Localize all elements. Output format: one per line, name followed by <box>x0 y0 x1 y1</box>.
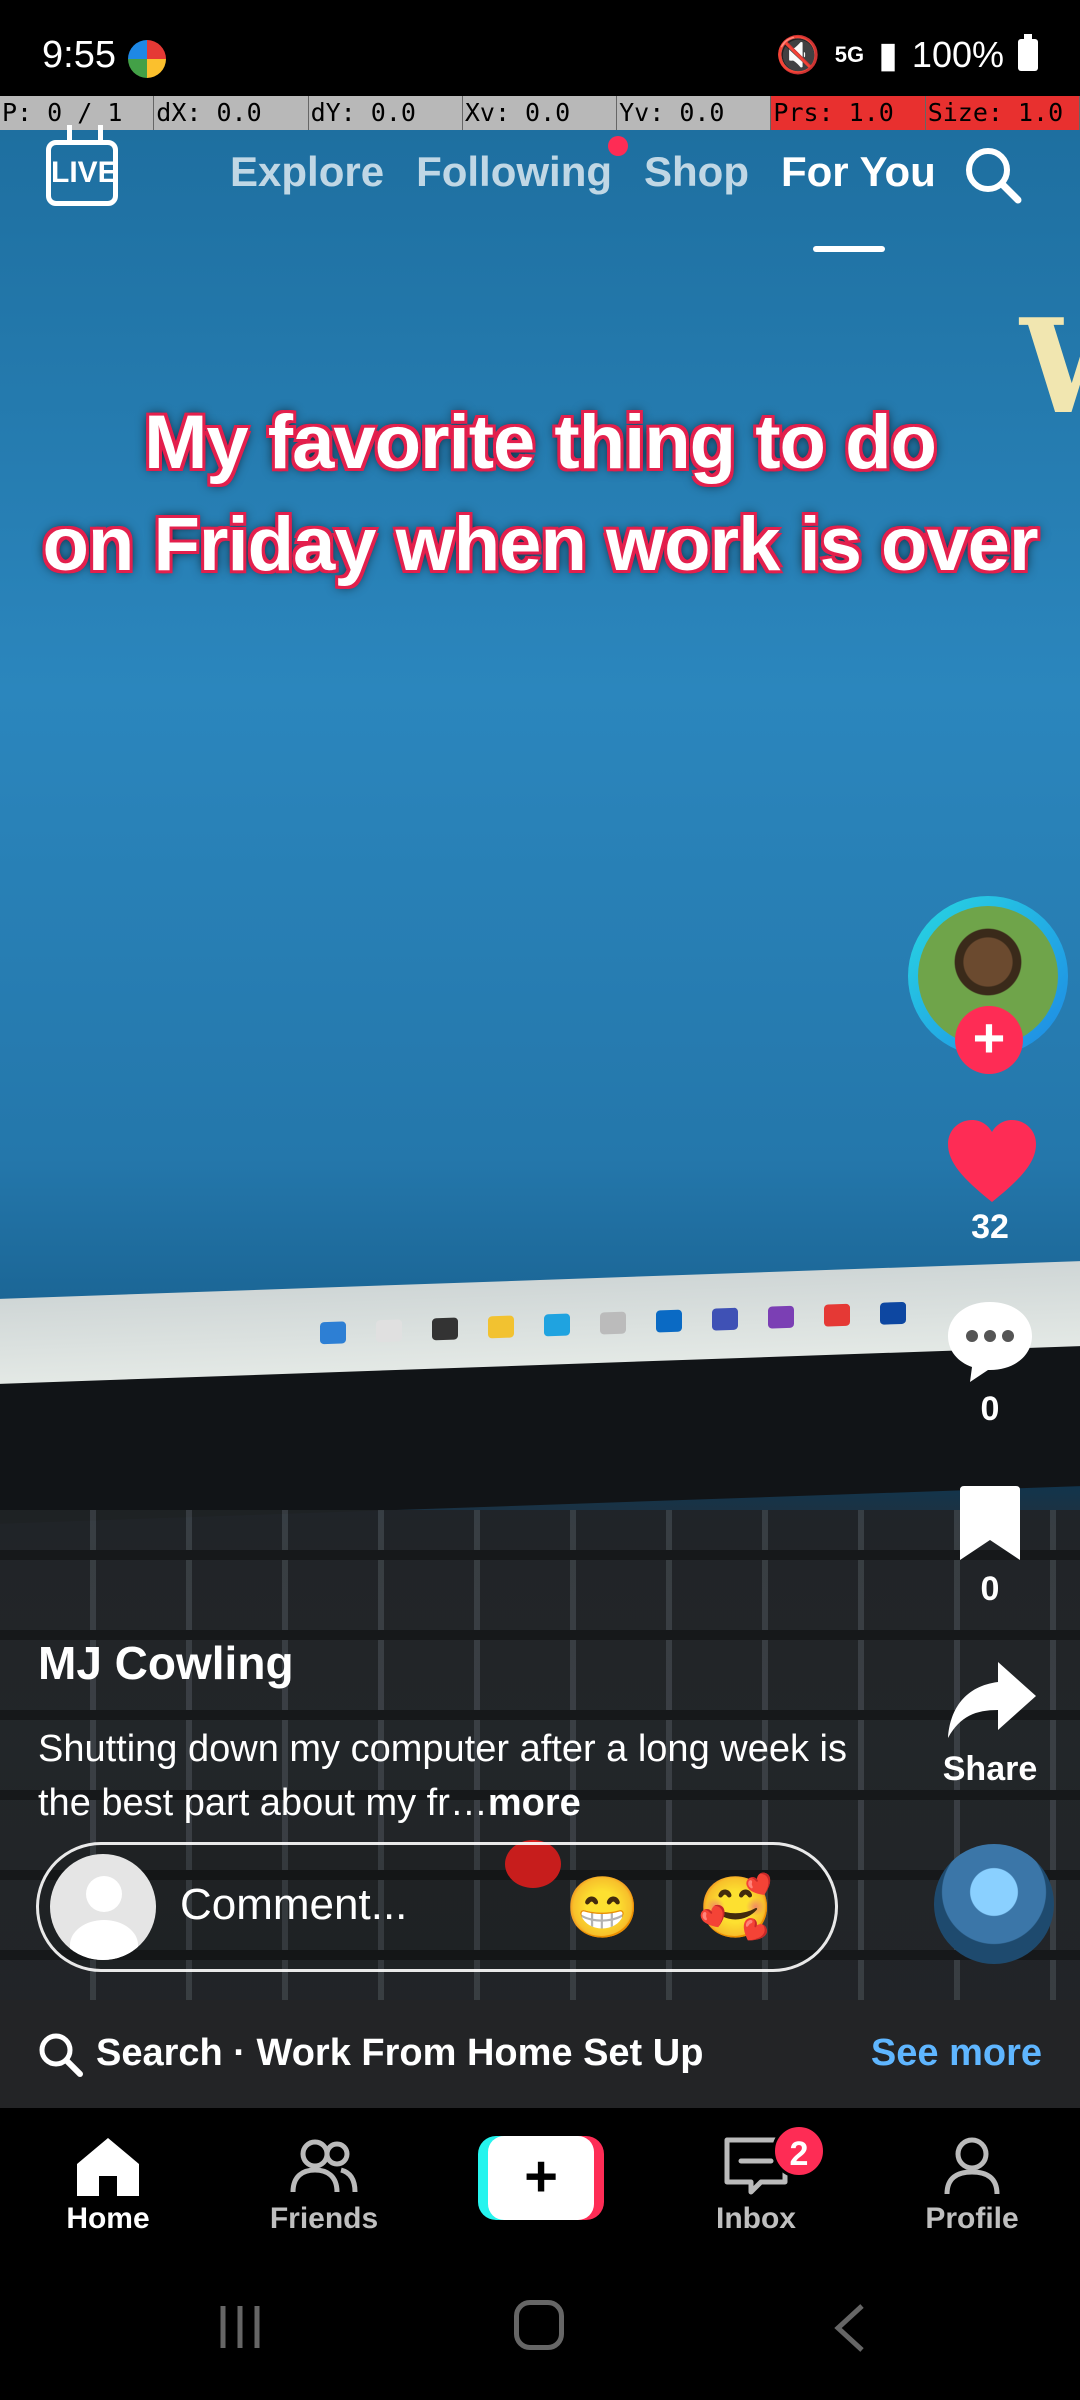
follow-plus-button[interactable]: + <box>955 1006 1023 1074</box>
search-icon[interactable] <box>962 144 1022 204</box>
top-feed-tabs: Explore Following Shop For You <box>230 136 936 252</box>
recent-apps-icon[interactable] <box>215 2302 265 2352</box>
network-5g-icon: 5G <box>834 42 865 67</box>
search-icon <box>39 2033 83 2077</box>
debug-cell: Prs: 1.0 <box>771 96 926 130</box>
debug-cell: Xv: 0.0 <box>463 96 618 130</box>
nav-inbox[interactable]: Inbox 2 <box>666 2124 846 2236</box>
mute-icon: 🔇 <box>775 34 821 75</box>
status-bar: 9:55 🔇 5G ▮ 100% <box>0 0 1080 88</box>
bookmark-icon[interactable] <box>952 1484 1028 1564</box>
debug-cell: dY: 0.0 <box>309 96 463 130</box>
tab-explore[interactable]: Explore <box>230 148 384 196</box>
caption-line: My favorite thing to do <box>144 400 937 485</box>
nav-profile-label: Profile <box>925 2202 1019 2235</box>
battery-percent: 100% <box>911 34 1004 75</box>
tab-for-you[interactable]: For You <box>781 148 936 252</box>
nav-home[interactable]: Home <box>18 2124 198 2236</box>
see-more-link[interactable]: See more <box>871 2032 1042 2075</box>
nav-friends-label: Friends <box>269 2202 379 2235</box>
pointer-location-debug-bar: P: 0 / 1 dX: 0.0 dY: 0.0 Xv: 0.0 Yv: 0.0… <box>0 96 1080 130</box>
nav-create[interactable]: + <box>450 2124 630 2220</box>
search-suggestion-text[interactable]: Search · Work From Home Set Up <box>96 2032 703 2075</box>
share-arrow-icon[interactable] <box>942 1656 1042 1746</box>
system-home-icon[interactable] <box>514 2300 564 2350</box>
bottom-nav: Home Friends + Inbox 2 Profile <box>0 2108 1080 2268</box>
inbox-badge: 2 <box>772 2124 826 2178</box>
profile-icon <box>944 2137 1000 2195</box>
post-description-text: Shutting down my computer after a long w… <box>38 1728 847 1824</box>
live-button[interactable]: LIVE <box>46 140 118 206</box>
debug-cell: Yv: 0.0 <box>617 96 772 130</box>
new-content-dot <box>608 136 629 156</box>
sound-disc[interactable] <box>934 1844 1054 1964</box>
tab-following-label: Following <box>416 148 613 195</box>
heart-icon[interactable] <box>942 1114 1042 1214</box>
save-count: 0 <box>980 1570 1000 1608</box>
like-count: 32 <box>971 1208 1009 1246</box>
create-button[interactable]: + <box>478 2136 604 2220</box>
nav-inbox-label: Inbox <box>716 2202 796 2235</box>
nav-profile[interactable]: Profile <box>882 2124 1062 2236</box>
share-label: Share <box>942 1750 1038 1788</box>
plus-icon: + <box>488 2136 594 2220</box>
user-avatar-placeholder <box>50 1854 156 1960</box>
post-description[interactable]: Shutting down my computer after a long w… <box>38 1722 858 1830</box>
video-caption: My favorite thing to do on Friday when w… <box>0 392 1080 596</box>
signal-icon: ▮ <box>878 34 898 75</box>
caption-line: on Friday when work is over <box>42 502 1038 587</box>
friends-icon <box>290 2139 358 2193</box>
nav-friends[interactable]: Friends <box>234 2124 414 2236</box>
back-chevron-icon[interactable] <box>830 2302 870 2354</box>
status-time: 9:55 <box>42 34 116 76</box>
more-link[interactable]: more <box>488 1782 581 1824</box>
nav-home-label: Home <box>66 2202 150 2235</box>
hearts-emoji-button[interactable]: 🥰 <box>698 1872 773 1943</box>
status-right-group: 🔇 5G ▮ 100% <box>776 34 1038 76</box>
home-icon <box>77 2138 139 2196</box>
grin-emoji-button[interactable]: 😁 <box>565 1872 640 1943</box>
creator-username[interactable]: MJ Cowling <box>38 1636 294 1690</box>
comment-icon[interactable] <box>940 1296 1040 1386</box>
tab-shop[interactable]: Shop <box>644 148 749 196</box>
app-notification-icon <box>128 40 166 78</box>
battery-icon <box>1018 34 1038 71</box>
debug-cell: dX: 0.0 <box>154 96 309 130</box>
debug-cell: Size: 1.0 <box>925 96 1080 130</box>
comment-count: 0 <box>980 1390 1000 1428</box>
tab-following[interactable]: Following <box>416 136 629 196</box>
comment-placeholder[interactable]: Comment... <box>180 1880 407 1930</box>
